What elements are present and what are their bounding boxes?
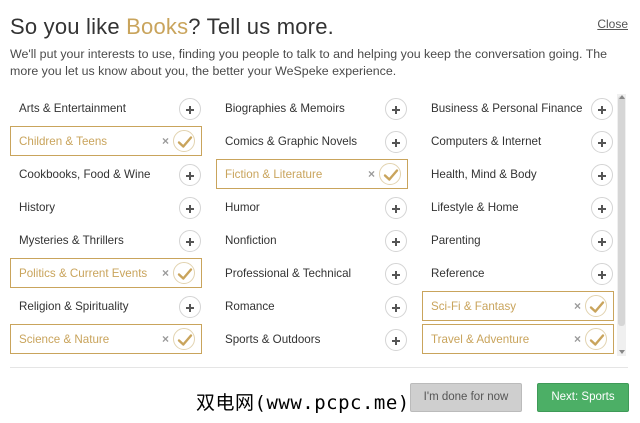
watermark: 双电网(www.pcpc.me) — [196, 392, 410, 414]
interest-item[interactable]: Professional & Technical — [216, 258, 408, 288]
plus-icon[interactable] — [385, 263, 407, 285]
interest-label: Mysteries & Thrillers — [19, 234, 124, 247]
plus-icon[interactable] — [385, 329, 407, 351]
next-sports-button[interactable]: Next: Sports — [537, 383, 629, 412]
interest-label: Fiction & Literature — [225, 168, 323, 181]
checkmark-icon[interactable] — [379, 163, 401, 185]
plus-icon[interactable] — [385, 296, 407, 318]
interest-item[interactable]: Children & Teens × — [10, 126, 202, 156]
plus-icon[interactable] — [591, 131, 613, 153]
interest-label: Travel & Adventure — [431, 333, 530, 346]
plus-icon[interactable] — [179, 98, 201, 120]
remove-x-icon[interactable]: × — [574, 332, 581, 346]
plus-icon[interactable] — [385, 98, 407, 120]
interest-item[interactable]: Arts & Entertainment — [10, 93, 202, 123]
interest-item[interactable]: Health, Mind & Body — [422, 159, 614, 189]
interest-item[interactable]: Business & Personal Finance — [422, 93, 614, 123]
interest-label: Professional & Technical — [225, 267, 352, 280]
checkmark-icon[interactable] — [173, 328, 195, 350]
interest-item[interactable]: History — [10, 192, 202, 222]
interest-item[interactable]: Sports & Outdoors — [216, 324, 408, 354]
interest-label: Business & Personal Finance — [431, 102, 583, 115]
done-for-now-button[interactable]: I'm done for now — [410, 383, 522, 412]
plus-icon[interactable] — [179, 296, 201, 318]
scrollbar[interactable] — [617, 94, 626, 356]
interest-grid: Arts & Entertainment Children & Teens × Coo… — [10, 92, 620, 368]
interest-item[interactable]: Sci-Fi & Fantasy × — [422, 291, 614, 321]
plus-icon[interactable] — [591, 197, 613, 219]
interest-item[interactable]: Romance — [216, 291, 408, 321]
remove-x-icon[interactable]: × — [574, 299, 581, 313]
interest-label: Nonfiction — [225, 234, 277, 247]
scroll-up-arrow-icon[interactable] — [619, 95, 625, 99]
plus-icon[interactable] — [385, 230, 407, 252]
interest-label: Humor — [225, 201, 260, 214]
interest-item[interactable]: Politics & Current Events × — [10, 258, 202, 288]
checkmark-icon[interactable] — [173, 262, 195, 284]
plus-icon[interactable] — [385, 197, 407, 219]
close-link[interactable]: Close — [597, 17, 628, 31]
interest-label: Romance — [225, 300, 275, 313]
interest-label: Reference — [431, 267, 485, 280]
interest-label: Sports & Outdoors — [225, 333, 321, 346]
plus-icon[interactable] — [591, 263, 613, 285]
interest-item[interactable]: Cookbooks, Food & Wine — [10, 159, 202, 189]
interest-item[interactable]: Lifestyle & Home — [422, 192, 614, 222]
interest-item[interactable]: Science & Nature × — [10, 324, 202, 354]
title-highlight: Books — [126, 14, 189, 39]
title-prefix: So you like — [10, 14, 127, 39]
checkmark-icon[interactable] — [173, 130, 195, 152]
modal-header: So you like Books? Tell us more. Close — [10, 14, 630, 40]
interest-item[interactable]: Parenting — [422, 225, 614, 255]
interest-label: Lifestyle & Home — [431, 201, 519, 214]
plus-icon[interactable] — [591, 230, 613, 252]
remove-x-icon[interactable]: × — [368, 167, 375, 181]
remove-x-icon[interactable]: × — [162, 332, 169, 346]
scroll-down-arrow-icon[interactable] — [619, 350, 625, 354]
interest-label: Cookbooks, Food & Wine — [19, 168, 151, 181]
remove-x-icon[interactable]: × — [162, 266, 169, 280]
interest-item[interactable]: Religion & Spirituality — [10, 291, 202, 321]
interest-label: History — [19, 201, 56, 214]
interest-label: Comics & Graphic Novels — [225, 135, 358, 148]
plus-icon[interactable] — [385, 131, 407, 153]
interest-label: Health, Mind & Body — [431, 168, 537, 181]
interest-label: Biographies & Memoirs — [225, 102, 345, 115]
interest-item[interactable]: Travel & Adventure × — [422, 324, 614, 354]
title-suffix: ? Tell us more. — [188, 14, 334, 39]
interest-item[interactable]: Biographies & Memoirs — [216, 93, 408, 123]
plus-icon[interactable] — [179, 164, 201, 186]
interest-label: Computers & Internet — [431, 135, 542, 148]
footer-divider — [10, 367, 628, 368]
plus-icon[interactable] — [591, 98, 613, 120]
checkmark-icon[interactable] — [585, 328, 607, 350]
plus-icon[interactable] — [591, 164, 613, 186]
interest-label: Arts & Entertainment — [19, 102, 126, 115]
interest-label: Science & Nature — [19, 333, 110, 346]
interest-label: Politics & Current Events — [19, 267, 148, 280]
page-title: So you like Books? Tell us more. — [10, 14, 630, 40]
interest-label: Sci-Fi & Fantasy — [431, 300, 517, 313]
interest-label: Children & Teens — [19, 135, 108, 148]
checkmark-icon[interactable] — [585, 295, 607, 317]
interest-label: Religion & Spirituality — [19, 300, 129, 313]
interest-item[interactable]: Comics & Graphic Novels — [216, 126, 408, 156]
interest-label: Parenting — [431, 234, 481, 247]
interest-item[interactable]: Humor — [216, 192, 408, 222]
plus-icon[interactable] — [179, 197, 201, 219]
interest-item[interactable]: Reference — [422, 258, 614, 288]
remove-x-icon[interactable]: × — [162, 134, 169, 148]
scrollbar-thumb[interactable] — [618, 96, 625, 326]
interest-item[interactable]: Mysteries & Thrillers — [10, 225, 202, 255]
interest-list: Arts & Entertainment Children & Teens × Coo… — [10, 92, 630, 368]
interest-item[interactable]: Computers & Internet — [422, 126, 614, 156]
interest-item[interactable]: Nonfiction — [216, 225, 408, 255]
plus-icon[interactable] — [179, 230, 201, 252]
subtitle: We'll put your interests to use, finding… — [10, 47, 608, 78]
interest-item[interactable]: Fiction & Literature × — [216, 159, 408, 189]
